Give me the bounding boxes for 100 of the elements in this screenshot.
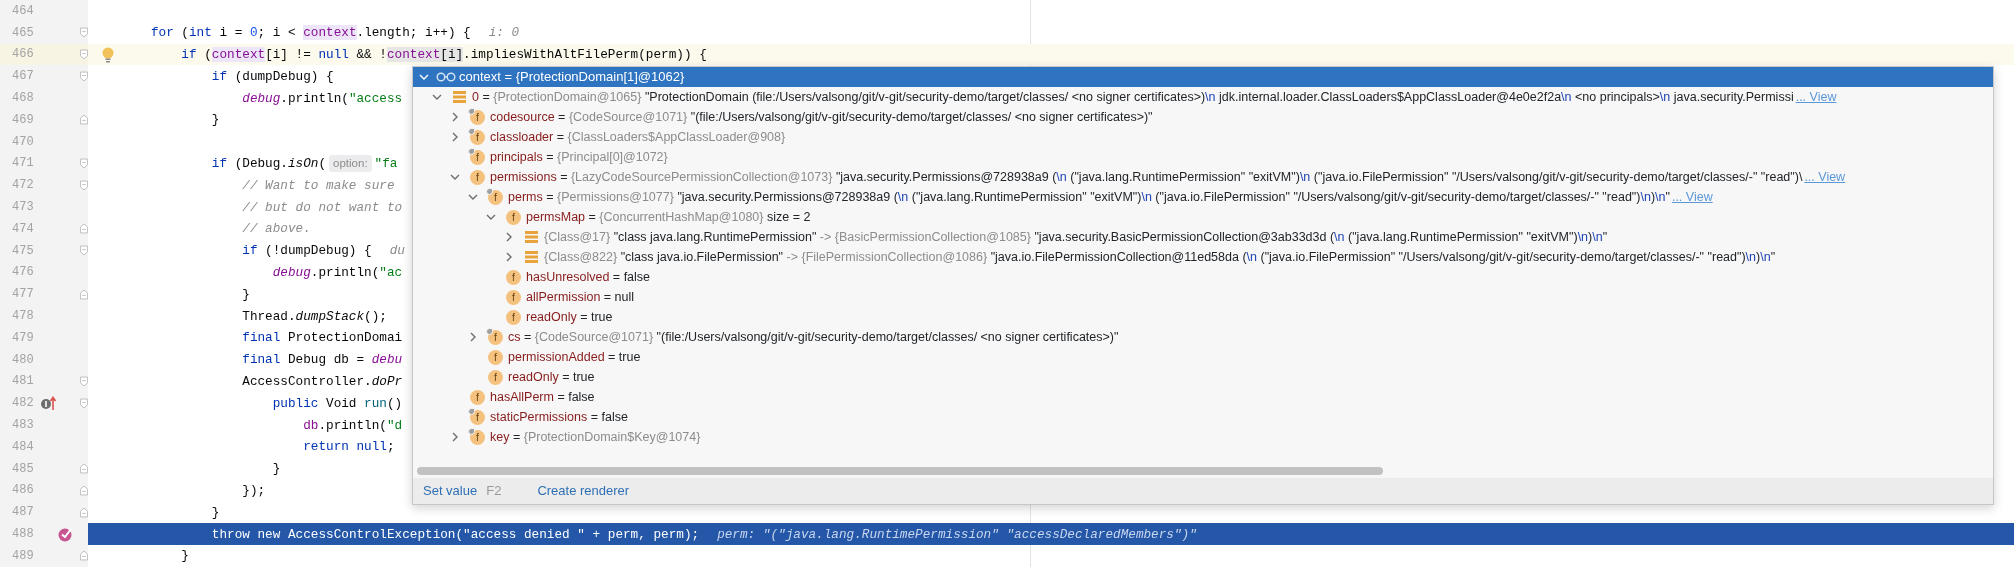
tree-node-label[interactable]: 0 = {ProtectionDomain@1065} "ProtectionDomain (file:/Users/valsong/git/v-git/security-demo/target/classes/ <no signer certificates>)\n jdk.internal.loader.ClassLoaders$AppClassLoader@4e0e2f2a\n <no principals>\n java.security.Permissi — [472, 87, 1794, 107]
line-number: 480 — [11, 351, 35, 369]
line-number: 489 — [11, 547, 35, 565]
line-number: 478 — [11, 308, 35, 326]
field-icon: f — [506, 309, 521, 325]
code-text: // but do not want to — [242, 198, 403, 217]
field-icon: f — [470, 429, 485, 445]
code-text: "fa — [374, 154, 398, 173]
list-icon — [453, 91, 466, 103]
fold-icon[interactable] — [80, 375, 88, 387]
code-text: Thread.dumpStack(); — [242, 307, 387, 326]
code-text: db.println("d — [303, 416, 403, 435]
fold-icon[interactable] — [80, 49, 88, 60]
code-text: if (dumpDebug) { — [211, 67, 334, 86]
code-text: }); — [242, 481, 266, 500]
list-icon — [525, 231, 538, 243]
line-number: 484 — [11, 438, 35, 456]
inline-value: du — [389, 242, 405, 261]
parameter-hint: option: — [329, 154, 372, 173]
code-text: } — [211, 503, 220, 522]
scrollbar-thumb[interactable] — [417, 467, 1383, 475]
tree-node-label[interactable]: perms = {Permissions@1077} "java.security.Permissions@728938a9 (\n ("java.lang.RuntimePermission" "exitVM")\n ("java.io.FilePermission" "/Users/valsong/git/v-git/security-demo/target/classes/-" "read")\n)\n" — [508, 187, 1670, 207]
line-number: 466 — [11, 46, 35, 64]
field-icon: f — [506, 289, 521, 305]
line-number: 477 — [11, 286, 35, 304]
fold-icon[interactable] — [80, 114, 88, 126]
line-number: 482 — [11, 395, 35, 413]
code-text: debug.println("ac — [272, 263, 403, 282]
override-arrow-icon[interactable] — [40, 395, 56, 412]
line-number: 470 — [11, 133, 35, 151]
code-text: public Void run() — [272, 394, 403, 413]
tree-node-label[interactable]: allPermission = null — [526, 287, 635, 307]
code-text: debug.println("access — [242, 89, 403, 108]
tree-node-label[interactable]: cs = {CodeSource@1071} "(file:/Users/valsong/git/v-git/security-demo/target/classes/ <no signer certificates>)" — [508, 327, 1119, 347]
fold-icon[interactable] — [80, 70, 88, 82]
tree-node-label[interactable]: permissionAdded = true — [508, 347, 641, 367]
field-icon: f — [470, 389, 485, 405]
fold-icon[interactable] — [80, 27, 88, 39]
field-icon: f — [488, 329, 503, 345]
tree-node-label[interactable]: hasAllPerm = false — [490, 387, 595, 407]
field-icon: f — [470, 109, 485, 125]
inline-value: i: 0 — [488, 24, 520, 43]
code-text: final Debug db = debu — [242, 351, 403, 370]
line-number: 488 — [11, 526, 35, 543]
tree-node-label[interactable]: staticPermissions = false — [490, 407, 628, 427]
lightbulb-icon[interactable] — [102, 46, 114, 63]
tree-node-label[interactable]: readOnly = true — [508, 367, 595, 387]
code-text: if (context[i] != null && !context[i].impliesWithAltFilePerm(perm)) { — [181, 45, 707, 64]
line-number: 474 — [11, 220, 35, 238]
fold-icon[interactable] — [80, 463, 88, 475]
tree-node-label[interactable]: permissions = {LazyCodeSourcePermissionCollection@1073} "java.security.Permissions@728938a9 (\n ("java.lang.RuntimePermission" "exitVM")\n ("java.io.FilePermission" "/Users/valsong/git/v-git/security-demo/target/classes/-" "read")\ — [490, 167, 1803, 187]
line-number: 469 — [11, 111, 35, 129]
fold-icon[interactable] — [80, 397, 88, 409]
tree-node-label[interactable]: codesource = {CodeSource@1071} "(file:/Users/valsong/git/v-git/security-demo/target/classes/ <no signer certificates>)" — [490, 107, 1153, 127]
code-text: } — [211, 111, 220, 130]
field-icon: f — [470, 169, 485, 185]
field-icon: f — [470, 409, 485, 425]
code-text: final ProtectionDomai — [242, 329, 403, 348]
code-text: for (int i = 0; i < context.length; i++) { — [150, 24, 471, 43]
field-icon: f — [488, 189, 503, 205]
footer-link[interactable]: Set value — [423, 481, 478, 501]
fold-icon[interactable] — [80, 550, 88, 562]
fold-icon[interactable] — [80, 288, 88, 300]
code-text: } — [242, 285, 250, 304]
line-number: 467 — [11, 68, 35, 86]
inline-value: perm: "("java.lang.RuntimePermission" "accessDeclaredMembers")" — [717, 525, 1197, 544]
field-icon: f — [506, 209, 521, 225]
breakpoint-icon[interactable] — [58, 526, 73, 542]
line-number: 475 — [11, 242, 35, 260]
code-text: } — [272, 460, 281, 479]
fold-icon[interactable] — [80, 157, 88, 169]
line-number: 479 — [11, 329, 35, 347]
fold-icon[interactable] — [80, 245, 88, 257]
fold-icon[interactable] — [80, 506, 88, 518]
line-number: 486 — [11, 482, 35, 500]
tree-node-label[interactable]: classloader = {ClassLoaders$AppClassLoader@908} — [490, 127, 786, 147]
tree-node-label[interactable]: {Class@17} "class java.lang.RuntimePermission" -> {BasicPermissionCollection@1085} "java.security.BasicPermissionCollection@3ab33d3d (\n ("java.lang.RuntimePermission" "exitVM")\n)\n" — [544, 227, 1608, 247]
line-number: 471 — [11, 155, 35, 173]
tree-node-label[interactable]: {Class@822} "class java.io.FilePermission" -> {FilePermissionCollection@1086} "java.io.FilePermissionCollection@11ed58da (\n ("java.io.FilePermission" "/Users/valsong/git/v-git/security-demo/target/classes/-" "read")\n)\n" — [544, 247, 1776, 267]
fold-icon[interactable] — [80, 179, 88, 191]
tree-node-label[interactable]: principals = {Principal[0]@1072} — [490, 147, 668, 167]
line-number: 464 — [11, 2, 35, 20]
code-text: AccessController.doPr — [242, 372, 403, 391]
code-text: } — [181, 547, 189, 566]
tree-node-label[interactable]: permsMap = {ConcurrentHashMap@1080} size = 2 — [526, 207, 811, 227]
field-icon: f — [506, 269, 521, 285]
footer-link[interactable]: Create renderer — [537, 481, 630, 501]
line-number: 476 — [11, 264, 35, 282]
line-number: 473 — [11, 199, 35, 217]
line-number: 472 — [11, 177, 35, 195]
tree-node-label[interactable]: readOnly = true — [526, 307, 613, 327]
tree-node-label[interactable]: hasUnresolved = false — [526, 267, 651, 287]
tree-node-label[interactable]: key = {ProtectionDomain$Key@1074} — [490, 427, 701, 447]
line-number: 481 — [11, 373, 35, 391]
glasses-icon — [436, 72, 456, 82]
field-icon: f — [488, 369, 503, 385]
line-number: 483 — [11, 417, 35, 435]
fold-icon[interactable] — [80, 223, 88, 235]
code-text: if (!dumpDebug) { — [242, 242, 372, 261]
fold-icon[interactable] — [80, 484, 88, 496]
